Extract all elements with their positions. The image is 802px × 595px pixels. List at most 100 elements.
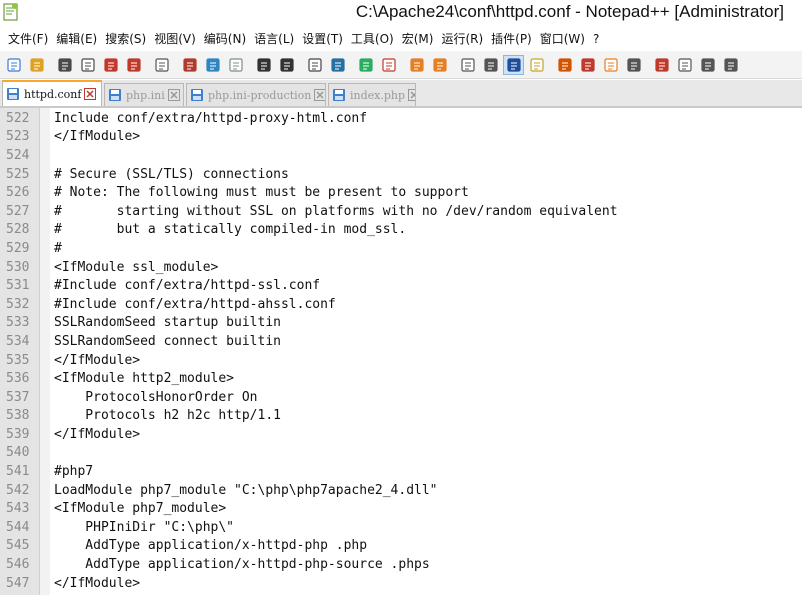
save-button[interactable] [54, 55, 75, 75]
sync-vertical-button[interactable] [406, 55, 427, 75]
code-text[interactable]: #php7 [54, 464, 93, 479]
zoom-in-button[interactable] [355, 55, 376, 75]
menu-item-10[interactable]: 插件(P) [487, 28, 536, 50]
code-line[interactable]: 530 <IfModule ssl_module> [0, 258, 802, 277]
code-line[interactable]: 538 Protocols h2 h2c http/1.1 [0, 407, 802, 426]
code-line[interactable]: 544 PHPIniDir "C:\php\" [0, 518, 802, 537]
menu-item-4[interactable]: 编码(N) [200, 28, 250, 50]
code-line[interactable]: 526 # Note: The following must must be pr… [0, 183, 802, 202]
code-line[interactable]: 532 #Include conf/extra/httpd-ahssl.conf [0, 295, 802, 314]
print-button[interactable] [151, 55, 172, 75]
code-text[interactable]: LoadModule php7_module "C:\php\php7apach… [54, 483, 438, 498]
sync-horizontal-button[interactable] [429, 55, 450, 75]
code-text[interactable]: # Secure (SSL/TLS) connections [54, 167, 289, 182]
menu-item-6[interactable]: 设置(T) [298, 28, 347, 50]
code-text[interactable]: PHPIniDir "C:\php\" [54, 520, 234, 535]
code-line[interactable]: 528 # but a statically compiled-in mod_ss… [0, 221, 802, 240]
tab-1[interactable]: php.ini [104, 83, 184, 106]
code-line[interactable]: 524 [0, 146, 802, 165]
indent-guide-button[interactable] [503, 54, 524, 75]
doc-map-button[interactable] [554, 55, 575, 75]
code-text[interactable]: #Include conf/extra/httpd-ahssl.conf [54, 297, 336, 312]
word-wrap-button[interactable] [457, 55, 478, 75]
close-tab-icon[interactable] [84, 88, 97, 100]
code-line[interactable]: 529 # [0, 239, 802, 258]
save-all-button[interactable] [77, 55, 98, 75]
record-macro-button[interactable] [651, 55, 672, 75]
code-line[interactable]: 522 Include conf/extra/httpd-proxy-html.c… [0, 109, 802, 128]
code-text[interactable]: # but a statically compiled-in mod_ssl. [54, 222, 406, 237]
code-text[interactable]: #Include conf/extra/httpd-ssl.conf [54, 278, 320, 293]
menu-item-11[interactable]: 窗口(W) [536, 28, 589, 50]
code-line[interactable]: 545 AddType application/x-httpd-php .php [0, 537, 802, 556]
open-file-button[interactable] [26, 55, 47, 75]
code-text[interactable]: <IfModule http2_module> [54, 371, 234, 386]
menu-item-1[interactable]: 编辑(E) [52, 28, 101, 50]
new-file-button[interactable] [3, 55, 24, 75]
code-line[interactable]: 546 AddType application/x-httpd-php-sour… [0, 555, 802, 574]
code-line[interactable]: 539 </IfModule> [0, 425, 802, 444]
code-text[interactable]: # Note: The following must must be prese… [54, 185, 469, 200]
function-list-button[interactable] [577, 55, 598, 75]
notepadpp-app-icon[interactable] [2, 2, 20, 22]
code-line[interactable]: 525 # Secure (SSL/TLS) connections [0, 165, 802, 184]
code-line[interactable]: 534 SSLRandomSeed connect builtin [0, 332, 802, 351]
run-macro-multiple-button[interactable] [720, 55, 741, 75]
code-line[interactable]: 547 </IfModule> [0, 574, 802, 593]
menu-item-0[interactable]: 文件(F) [4, 28, 52, 50]
monitoring-button[interactable] [623, 55, 644, 75]
code-line[interactable]: 537 ProtocolsHonorOrder On [0, 388, 802, 407]
code-text[interactable]: AddType application/x-httpd-php .php [54, 538, 367, 553]
code-line[interactable]: 535 </IfModule> [0, 351, 802, 370]
code-line[interactable]: 523 </IfModule> [0, 128, 802, 147]
play-macro-button[interactable] [697, 55, 718, 75]
undo-button[interactable] [253, 55, 274, 75]
code-text[interactable]: # [54, 241, 62, 256]
code-line[interactable]: 542 LoadModule php7_module "C:\php\php7ap… [0, 481, 802, 500]
user-language-button[interactable] [526, 55, 547, 75]
code-text[interactable]: <IfModule ssl_module> [54, 260, 218, 275]
code-text[interactable]: Include conf/extra/httpd-proxy-html.conf [54, 111, 367, 126]
code-text[interactable]: <IfModule php7_module> [54, 501, 226, 516]
tab-2[interactable]: php.ini-production [186, 83, 326, 106]
code-text[interactable]: </IfModule> [54, 353, 140, 368]
code-line[interactable]: 531 #Include conf/extra/httpd-ssl.conf [0, 276, 802, 295]
code-line[interactable]: 536 <IfModule http2_module> [0, 369, 802, 388]
code-text[interactable]: SSLRandomSeed connect builtin [54, 334, 281, 349]
code-text[interactable]: </IfModule> [54, 427, 140, 442]
code-line[interactable]: 543 <IfModule php7_module> [0, 499, 802, 518]
code-text[interactable]: </IfModule> [54, 129, 140, 144]
replace-button[interactable] [327, 55, 348, 75]
code-line[interactable]: 540 [0, 444, 802, 463]
close-tab-icon[interactable] [167, 89, 180, 101]
menu-item-12[interactable]: ? [589, 28, 603, 50]
zoom-out-button[interactable] [378, 55, 399, 75]
code-text[interactable]: Protocols h2 h2c http/1.1 [54, 408, 281, 423]
menu-item-2[interactable]: 搜索(S) [101, 28, 150, 50]
close-file-button[interactable] [100, 55, 121, 75]
find-button[interactable] [304, 55, 325, 75]
close-tab-icon[interactable] [408, 89, 416, 101]
folder-workspace-button[interactable] [600, 55, 621, 75]
code-text[interactable]: AddType application/x-httpd-php-source .… [54, 557, 429, 572]
code-text[interactable]: </IfModule> [54, 576, 140, 591]
tab-0[interactable]: httpd.conf [2, 80, 102, 106]
copy-button[interactable] [202, 55, 223, 75]
close-tab-icon[interactable] [314, 89, 326, 101]
menu-item-8[interactable]: 宏(M) [398, 28, 438, 50]
paste-button[interactable] [225, 55, 246, 75]
menu-item-9[interactable]: 运行(R) [437, 28, 487, 50]
code-text[interactable]: SSLRandomSeed startup builtin [54, 315, 281, 330]
stop-macro-button[interactable] [674, 55, 695, 75]
show-all-chars-button[interactable] [480, 55, 501, 75]
cut-button[interactable] [179, 55, 200, 75]
code-text[interactable]: # starting without SSL on platforms with… [54, 204, 618, 219]
tab-3[interactable]: index.php [328, 83, 416, 106]
code-line[interactable]: 533 SSLRandomSeed startup builtin [0, 314, 802, 333]
close-all-button[interactable] [123, 55, 144, 75]
code-line[interactable]: 541 #php7 [0, 462, 802, 481]
code-text[interactable]: ProtocolsHonorOrder On [54, 390, 257, 405]
editor-area[interactable]: 522 Include conf/extra/httpd-proxy-html.c… [0, 108, 802, 595]
menu-item-7[interactable]: 工具(O) [347, 28, 398, 50]
menu-item-5[interactable]: 语言(L) [250, 28, 298, 50]
